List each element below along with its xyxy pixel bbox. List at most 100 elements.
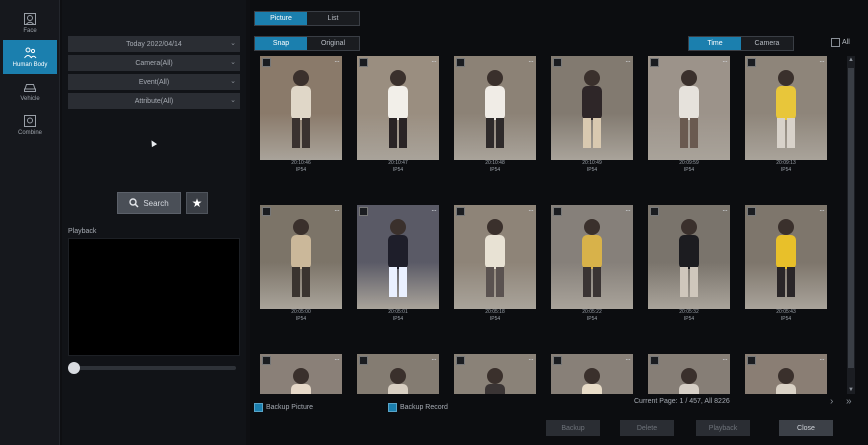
more-options-icon[interactable]: ··· <box>431 206 437 215</box>
close-button[interactable]: Close <box>779 420 833 436</box>
snapshot-card[interactable]: ··· 20:05:01 IP54 <box>357 205 439 323</box>
snapshot-thumbnail[interactable]: ··· <box>260 56 342 160</box>
next-page-icon[interactable]: › <box>830 396 833 407</box>
more-options-icon[interactable]: ··· <box>334 206 340 215</box>
snapshot-card[interactable]: ··· <box>357 354 439 394</box>
more-options-icon[interactable]: ··· <box>334 355 340 364</box>
more-options-icon[interactable]: ··· <box>722 206 728 215</box>
last-page-icon[interactable]: » <box>846 396 852 407</box>
snapshot-thumbnail[interactable]: ··· <box>357 354 439 394</box>
snapshot-card[interactable]: ··· 20:10:46 IP54 <box>260 56 342 174</box>
snapshot-thumbnail[interactable]: ··· <box>745 56 827 160</box>
scroll-down-icon[interactable]: ▼ <box>847 386 855 394</box>
more-options-icon[interactable]: ··· <box>625 355 631 364</box>
snapshot-checkbox[interactable] <box>553 356 562 365</box>
tab-snap[interactable]: Snap <box>255 37 307 50</box>
snapshot-thumbnail[interactable]: ··· <box>648 354 730 394</box>
nav-item-face[interactable]: Face <box>3 6 57 40</box>
snapshot-thumbnail[interactable]: ··· <box>454 56 536 160</box>
date-dropdown[interactable]: Today 2022/04/14 ⌄ <box>68 36 240 52</box>
tab-original[interactable]: Original <box>307 37 359 50</box>
search-button[interactable]: Search <box>117 192 181 214</box>
snapshot-card[interactable]: ··· 20:09:59 IP54 <box>648 56 730 174</box>
snapshot-checkbox[interactable] <box>456 58 465 67</box>
playback-button[interactable]: Playback <box>696 420 750 436</box>
snapshot-card[interactable]: ··· 20:10:48 IP54 <box>454 56 536 174</box>
snapshot-thumbnail[interactable]: ··· <box>260 205 342 309</box>
snapshot-card[interactable]: ··· 20:10:49 IP54 <box>551 56 633 174</box>
snapshot-checkbox[interactable] <box>553 58 562 67</box>
backup-record-checkbox[interactable]: Backup Record <box>388 403 448 412</box>
scroll-up-icon[interactable]: ▲ <box>847 56 855 64</box>
nav-item-combine[interactable]: Combine <box>3 108 57 142</box>
snapshot-card[interactable]: ··· <box>745 354 827 394</box>
more-options-icon[interactable]: ··· <box>819 206 825 215</box>
snapshot-checkbox[interactable] <box>553 207 562 216</box>
snapshot-checkbox[interactable] <box>359 58 368 67</box>
snapshot-checkbox[interactable] <box>262 58 271 67</box>
snapshot-thumbnail[interactable]: ··· <box>745 205 827 309</box>
snapshot-checkbox[interactable] <box>747 58 756 67</box>
more-options-icon[interactable]: ··· <box>819 355 825 364</box>
more-options-icon[interactable]: ··· <box>528 206 534 215</box>
snapshot-checkbox[interactable] <box>650 207 659 216</box>
snapshot-thumbnail[interactable]: ··· <box>648 56 730 160</box>
more-options-icon[interactable]: ··· <box>431 57 437 66</box>
playback-slider[interactable] <box>68 362 236 374</box>
camera-dropdown[interactable]: Camera(All) ⌄ <box>68 55 240 71</box>
event-dropdown[interactable]: Event(All) ⌄ <box>68 74 240 90</box>
snapshot-thumbnail[interactable]: ··· <box>551 354 633 394</box>
snapshot-checkbox[interactable] <box>359 207 368 216</box>
snapshot-thumbnail[interactable]: ··· <box>745 354 827 394</box>
snapshot-checkbox[interactable] <box>650 356 659 365</box>
snapshot-thumbnail[interactable]: ··· <box>551 205 633 309</box>
snapshot-card[interactable]: ··· 20:05:00 IP54 <box>260 205 342 323</box>
grid-scrollbar[interactable]: ▲ ▼ <box>847 56 855 394</box>
more-options-icon[interactable]: ··· <box>722 57 728 66</box>
snapshot-checkbox[interactable] <box>456 207 465 216</box>
snapshot-thumbnail[interactable]: ··· <box>357 205 439 309</box>
snapshot-card[interactable]: ··· <box>551 354 633 394</box>
snapshot-checkbox[interactable] <box>747 356 756 365</box>
more-options-icon[interactable]: ··· <box>528 57 534 66</box>
attribute-dropdown[interactable]: Attribute(All) ⌄ <box>68 93 240 109</box>
snapshot-checkbox[interactable] <box>359 356 368 365</box>
checkbox-box[interactable] <box>388 403 397 412</box>
delete-button[interactable]: Delete <box>620 420 674 436</box>
more-options-icon[interactable]: ··· <box>625 57 631 66</box>
backup-picture-checkbox[interactable]: Backup Picture <box>254 403 313 412</box>
snapshot-card[interactable]: ··· <box>454 354 536 394</box>
tab-sort-camera[interactable]: Camera <box>741 37 793 50</box>
snapshot-card[interactable]: ··· 20:05:22 IP54 <box>551 205 633 323</box>
snapshot-thumbnail[interactable]: ··· <box>454 354 536 394</box>
snapshot-card[interactable]: ··· 20:10:47 IP54 <box>357 56 439 174</box>
snapshot-card[interactable]: ··· <box>648 354 730 394</box>
more-options-icon[interactable]: ··· <box>819 57 825 66</box>
favorite-button[interactable]: ★ <box>186 192 208 214</box>
tab-list[interactable]: List <box>307 12 359 25</box>
snapshot-thumbnail[interactable]: ··· <box>454 205 536 309</box>
checkbox-box[interactable] <box>831 38 840 47</box>
checkbox-box[interactable] <box>254 403 263 412</box>
snapshot-card[interactable]: ··· <box>260 354 342 394</box>
scroll-thumb[interactable] <box>848 68 854 368</box>
select-all-checkbox[interactable]: All <box>831 38 850 47</box>
more-options-icon[interactable]: ··· <box>528 355 534 364</box>
snapshot-checkbox[interactable] <box>747 207 756 216</box>
backup-button[interactable]: Backup <box>546 420 600 436</box>
more-options-icon[interactable]: ··· <box>625 206 631 215</box>
snapshot-checkbox[interactable] <box>262 207 271 216</box>
nav-item-vehicle[interactable]: Vehicle <box>3 74 57 108</box>
snapshot-checkbox[interactable] <box>456 356 465 365</box>
snapshot-thumbnail[interactable]: ··· <box>648 205 730 309</box>
tab-picture[interactable]: Picture <box>255 12 307 25</box>
slider-handle[interactable] <box>68 362 80 374</box>
snapshot-checkbox[interactable] <box>650 58 659 67</box>
snapshot-thumbnail[interactable]: ··· <box>551 56 633 160</box>
snapshot-thumbnail[interactable]: ··· <box>357 56 439 160</box>
snapshot-card[interactable]: ··· 20:05:32 IP54 <box>648 205 730 323</box>
tab-sort-time[interactable]: Time <box>689 37 741 50</box>
playback-video[interactable] <box>68 238 240 356</box>
snapshot-checkbox[interactable] <box>262 356 271 365</box>
more-options-icon[interactable]: ··· <box>334 57 340 66</box>
